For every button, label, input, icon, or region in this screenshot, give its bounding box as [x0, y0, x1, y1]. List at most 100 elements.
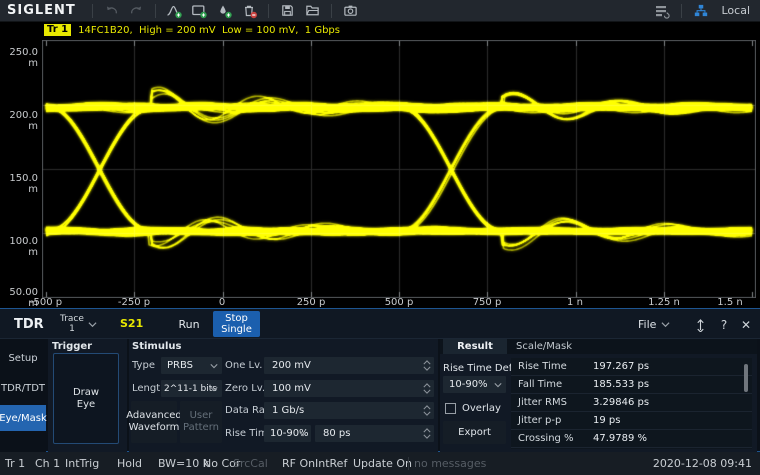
status-trigger: IntTrig [65, 457, 99, 470]
x-axis-tick-label: 0 [192, 297, 252, 308]
status-rf: RF On [282, 457, 315, 470]
file-menu-label: File [638, 318, 656, 331]
expand-panel-icon[interactable] [690, 312, 710, 337]
data-rate-input[interactable]: 1 Gb/s [264, 402, 434, 419]
undo-icon[interactable] [102, 2, 121, 20]
x-axis-tick-label: 750 p [457, 297, 517, 308]
result-name: Crossing % [518, 433, 574, 444]
add-window-icon[interactable] [190, 2, 209, 20]
chevron-down-icon [210, 363, 218, 369]
one-level-spinner[interactable] [421, 358, 432, 373]
top-toolbar: SIGLENT [0, 0, 760, 22]
stop-single-line1: Stop [225, 313, 248, 324]
user-pattern-line2: Pattern [183, 422, 219, 434]
spinner-up-icon[interactable] [423, 360, 431, 365]
tdr-tab-column: Setup TDR/TDT Eye/Mask [0, 339, 46, 452]
draw-eye-button[interactable]: Draw Eye [53, 353, 119, 444]
eye-diagram-canvas[interactable] [42, 40, 756, 298]
rise-time-def-dropdown[interactable]: 10-90% [264, 425, 311, 442]
chevron-down-icon [494, 382, 502, 388]
draw-eye-line1: Draw [73, 387, 99, 399]
spinner-down-icon[interactable] [423, 389, 431, 394]
x-axis-tick-label: 1.25 n [634, 297, 694, 308]
toolbar-divider [92, 4, 93, 18]
overlay-checkbox-row[interactable]: Overlay [445, 403, 501, 414]
status-reference: IntRef [315, 457, 347, 470]
toolbar-divider [681, 4, 682, 18]
tab-scale-mask[interactable]: Scale/Mask [509, 339, 579, 354]
panel-sequence-icon[interactable] [653, 2, 672, 20]
prbs-type-dropdown[interactable]: PRBS [161, 357, 222, 374]
trace-info-bar: Tr 1 14FC1B20, High = 200 mV Low = 100 m… [0, 22, 760, 38]
advanced-waveform-button[interactable]: Adavanced Waveform [131, 401, 177, 443]
tab-setup[interactable]: Setup [0, 347, 46, 369]
trace-selector-dropdown[interactable]: Trace 1 [56, 311, 100, 337]
spinner-up-icon[interactable] [423, 383, 431, 388]
trace-selector-value: 1 [56, 324, 88, 334]
y-axis-tick-label: 100.0 m [0, 236, 38, 247]
spinner-up-icon[interactable] [423, 405, 431, 410]
panel-title: TDR [14, 317, 44, 332]
delete-trace-icon[interactable] [240, 2, 259, 20]
export-label: Export [458, 427, 491, 439]
tab-eye-mask[interactable]: Eye/Mask [0, 405, 46, 431]
chevron-down-icon [88, 321, 97, 328]
result-name: Fall Time [518, 379, 562, 390]
spinner-down-icon[interactable] [423, 366, 431, 371]
open-file-icon[interactable] [303, 2, 322, 20]
stop-single-button[interactable]: Stop Single [213, 311, 260, 337]
redo-icon[interactable] [127, 2, 146, 20]
zero-level-spinner[interactable] [421, 381, 432, 396]
tab-tdr-tdt[interactable]: TDR/TDT [0, 377, 46, 399]
status-srccal: SrcCal [233, 457, 268, 470]
add-marker-icon[interactable] [215, 2, 234, 20]
file-menu[interactable]: File [638, 312, 670, 337]
eye-diagram-plot: 250.0 m 200.0 m 150.0 m 100.0 m 50.00 m … [0, 38, 760, 308]
trace-badge[interactable]: Tr 1 [44, 24, 71, 36]
spinner-up-icon[interactable] [423, 428, 431, 433]
result-value: 19 ps [593, 415, 620, 426]
y-axis-tick-label: 200.0 m [0, 110, 38, 121]
one-level-input[interactable]: 200 mV [264, 357, 434, 374]
prbs-length-dropdown[interactable]: 2^11-1 bits [161, 380, 222, 397]
status-message: no messages [414, 457, 486, 470]
stimulus-section-label: Stimulus [132, 341, 181, 352]
one-level-value: 200 mV [272, 360, 311, 371]
overlay-checkbox[interactable] [445, 403, 456, 414]
result-row: Jitter p-p 19 ps [511, 412, 752, 430]
zero-level-input[interactable]: 100 mV [264, 380, 434, 397]
result-rise-time-def-dropdown[interactable]: 10-90% [443, 376, 506, 393]
rise-time-spinner[interactable] [421, 426, 432, 441]
sparam-label[interactable]: S21 [120, 317, 143, 330]
result-scrollbar[interactable] [744, 364, 748, 392]
result-rise-time-def-value: 10-90% [449, 379, 488, 390]
spinner-down-icon[interactable] [423, 411, 431, 416]
result-list: Rise Time 197.267 ps Fall Time 185.533 p… [511, 358, 752, 449]
status-datetime: 2020-12-08 09:41 [653, 457, 752, 470]
run-button[interactable]: Run [168, 312, 210, 337]
save-file-icon[interactable] [278, 2, 297, 20]
result-section: Result Scale/Mask Rise Time Def. 10-90% … [440, 339, 757, 452]
type-label: Type [132, 357, 155, 374]
x-axis-tick-label: 250 p [281, 297, 341, 308]
trigger-section: Trigger Draw Eye [48, 339, 127, 452]
add-trace-icon[interactable] [165, 2, 184, 20]
status-channel: Ch 1 [35, 457, 60, 470]
spinner-down-icon[interactable] [423, 434, 431, 439]
data-rate-spinner[interactable] [421, 403, 432, 418]
network-icon[interactable] [691, 2, 710, 20]
result-tab-row: Result Scale/Mask [440, 339, 757, 354]
rise-time-input[interactable]: 80 ps [315, 425, 434, 442]
result-name: Jitter p-p [518, 415, 561, 426]
stimulus-section: Stimulus Type PRBS One Lv. 200 mV Length… [129, 339, 438, 452]
result-value: 197.267 ps [593, 361, 649, 372]
export-button[interactable]: Export [443, 421, 506, 444]
result-row: Fall Time 185.533 ps [511, 376, 752, 394]
zero-level-label: Zero Lv. [225, 380, 265, 397]
close-icon[interactable]: ✕ [736, 312, 756, 337]
x-axis-tick-label: -250 p [104, 297, 164, 308]
connection-mode-label[interactable]: Local [721, 4, 750, 17]
screenshot-icon[interactable] [341, 2, 360, 20]
tab-result[interactable]: Result [443, 339, 507, 354]
help-icon[interactable]: ? [714, 312, 734, 337]
